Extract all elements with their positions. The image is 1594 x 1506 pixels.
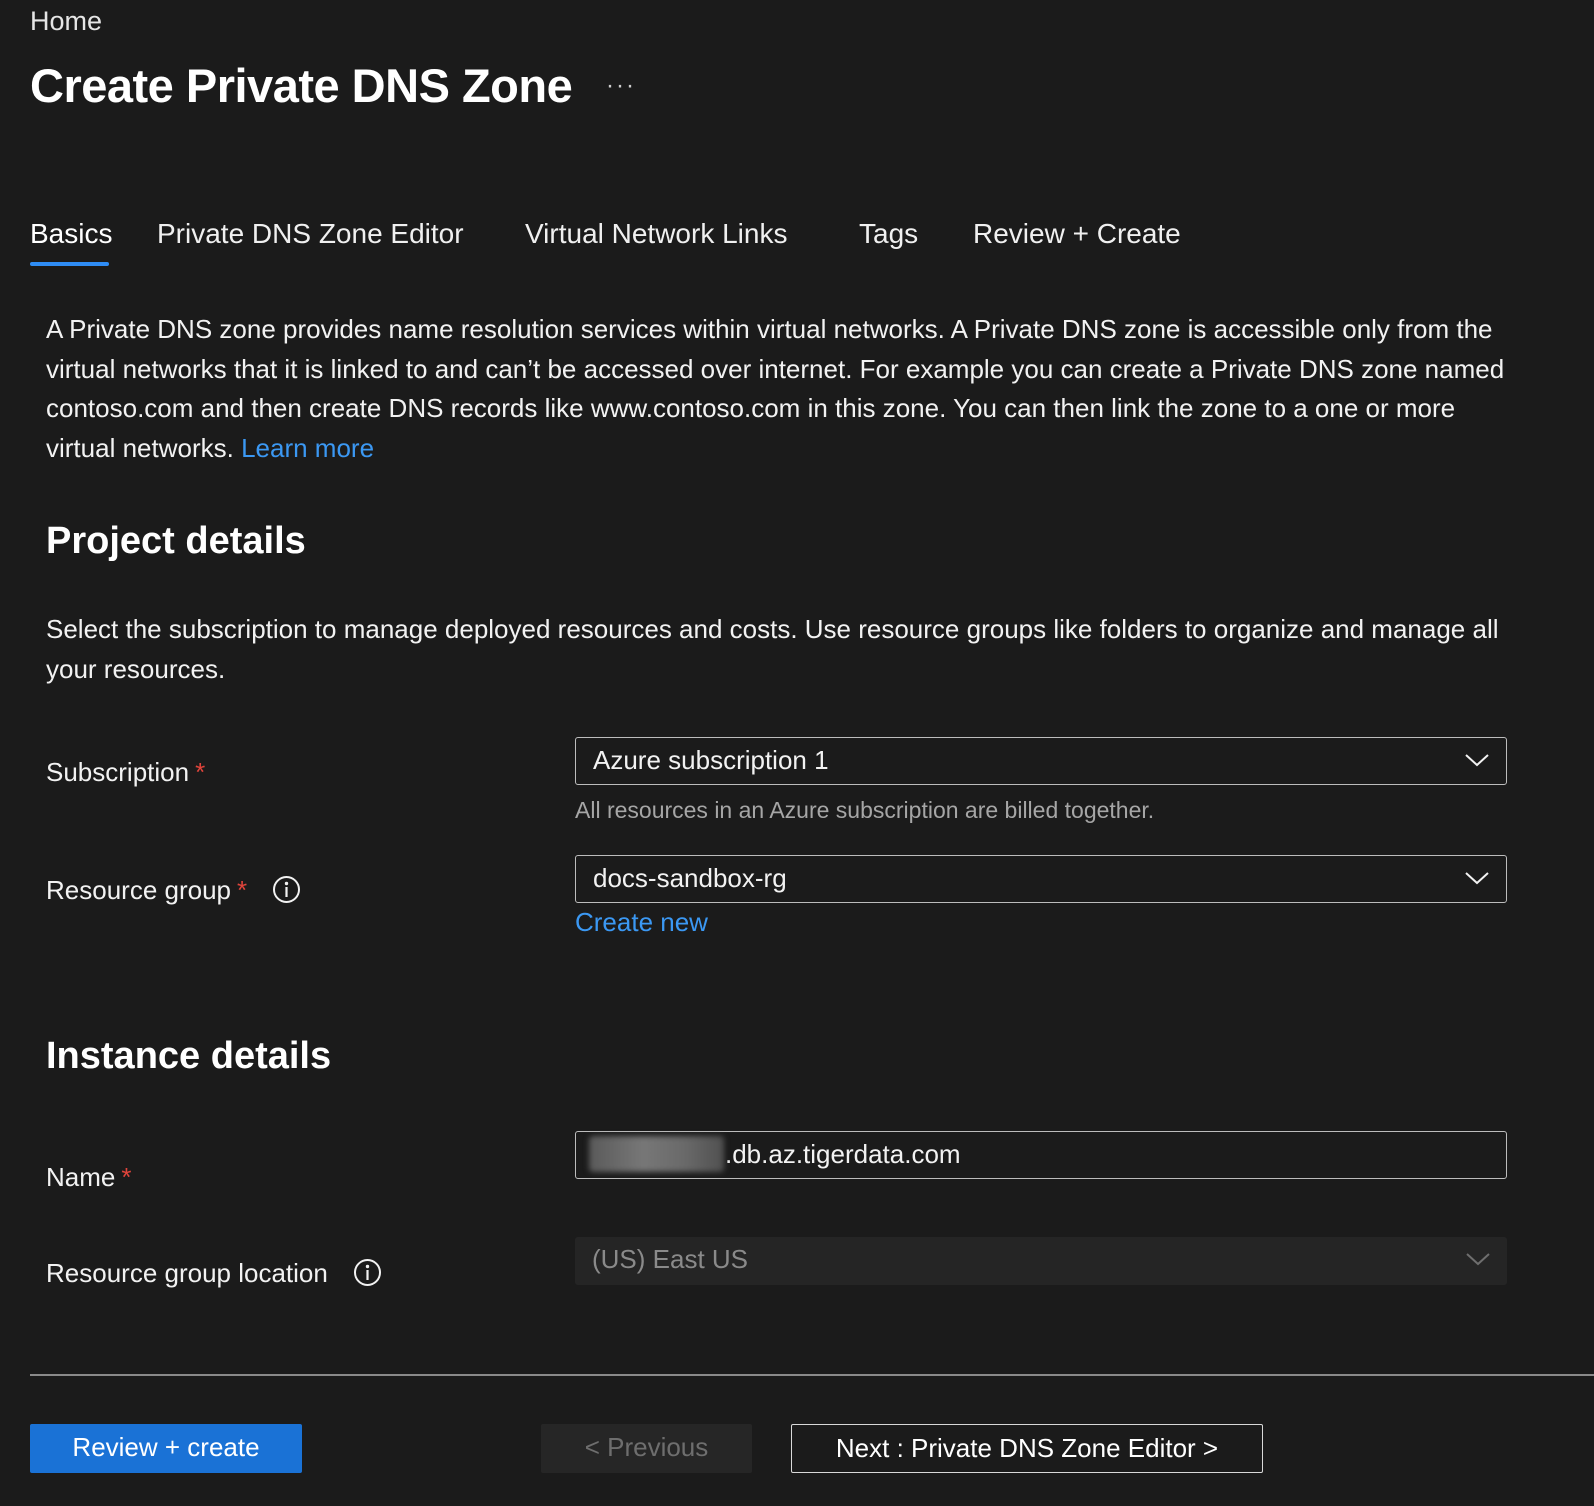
required-marker: * [121, 1162, 132, 1192]
tab-review-create[interactable]: Review + Create [973, 218, 1181, 250]
learn-more-link[interactable]: Learn more [241, 433, 374, 463]
subscription-helper-text: All resources in an Azure subscription a… [575, 797, 1155, 823]
info-icon[interactable] [272, 875, 301, 904]
review-create-button[interactable]: Review + create [30, 1424, 302, 1473]
resource-group-label: Resource group * [46, 875, 301, 907]
subscription-select[interactable]: Azure subscription 1 [575, 737, 1507, 785]
resource-group-location-label-text: Resource group location [46, 1258, 328, 1288]
resource-group-location-label: Resource group location [46, 1258, 382, 1290]
name-label: Name * [46, 1162, 131, 1193]
footer-divider [30, 1374, 1594, 1376]
instance-details-heading: Instance details [46, 1035, 332, 1077]
intro-description: A Private DNS zone provides name resolut… [46, 310, 1506, 468]
required-marker: * [237, 875, 248, 905]
name-label-text: Name [46, 1162, 116, 1192]
subscription-value: Azure subscription 1 [593, 745, 829, 775]
resource-group-label-text: Resource group [46, 875, 231, 905]
more-options-button[interactable]: ··· [606, 72, 636, 100]
tab-virtual-network-links[interactable]: Virtual Network Links [525, 218, 787, 250]
resource-group-location-value: (US) East US [592, 1244, 749, 1274]
name-suffix: .db.az.tigerdata.com [725, 1139, 961, 1169]
create-new-link[interactable]: Create new [575, 907, 708, 938]
info-icon[interactable] [353, 1258, 382, 1287]
project-details-description: Select the subscription to manage deploy… [46, 614, 1499, 684]
name-input[interactable]: .db.az.tigerdata.com [575, 1131, 1507, 1179]
redacted-name-prefix [589, 1136, 724, 1173]
tab-basics[interactable]: Basics [30, 218, 112, 250]
tab-private-dns-zone-editor[interactable]: Private DNS Zone Editor [157, 218, 464, 250]
subscription-label: Subscription * [46, 757, 205, 788]
breadcrumb-home[interactable]: Home [30, 6, 102, 37]
resource-group-value: docs-sandbox-rg [593, 863, 787, 893]
subscription-label-text: Subscription [46, 757, 190, 787]
chevron-down-icon [1466, 1253, 1490, 1266]
required-marker: * [195, 757, 206, 787]
page-title: Create Private DNS Zone [30, 59, 573, 112]
project-details-heading: Project details [46, 520, 306, 562]
next-button[interactable]: Next : Private DNS Zone Editor > [791, 1424, 1263, 1473]
previous-button: < Previous [541, 1424, 752, 1473]
resource-group-location-select: (US) East US [575, 1237, 1507, 1285]
tab-tags[interactable]: Tags [859, 218, 918, 250]
active-tab-indicator [30, 262, 109, 266]
chevron-down-icon [1465, 754, 1489, 767]
chevron-down-icon [1465, 872, 1489, 885]
resource-group-select[interactable]: docs-sandbox-rg [575, 855, 1507, 903]
